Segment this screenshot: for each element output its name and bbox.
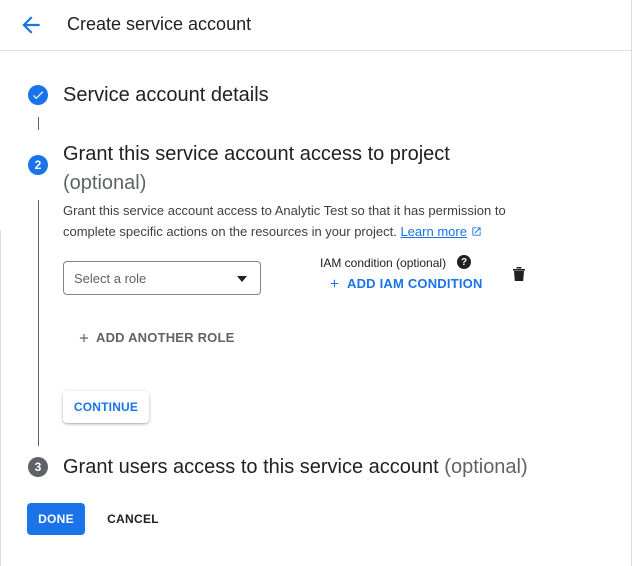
add-iam-condition-button[interactable]: ADD IAM CONDITION: [328, 276, 483, 291]
step-1-title[interactable]: Service account details: [63, 84, 269, 107]
step-3-optional: (optional): [444, 456, 528, 478]
step-2-number: 2: [28, 155, 48, 175]
plus-icon: [330, 279, 339, 288]
dropdown-arrow-icon: [237, 276, 247, 282]
done-button[interactable]: DONE: [27, 503, 85, 535]
step-2-optional: (optional): [63, 172, 147, 194]
back-arrow-icon[interactable]: [18, 12, 44, 38]
role-select[interactable]: Select a role: [63, 261, 261, 295]
external-link-icon[interactable]: [471, 226, 482, 237]
plus-icon: [79, 333, 89, 342]
help-icon[interactable]: ?: [457, 255, 471, 269]
step-3-title[interactable]: Grant users access to this service accou…: [63, 456, 528, 479]
page-title: Create service account: [67, 14, 252, 34]
add-another-role-label: ADD ANOTHER ROLE: [96, 330, 235, 345]
learn-more-link[interactable]: Learn more: [400, 224, 466, 239]
left-divider: [0, 230, 1, 566]
cancel-button[interactable]: CANCEL: [100, 503, 166, 535]
header: Create service account: [0, 0, 632, 51]
delete-icon[interactable]: [512, 266, 526, 282]
step-connector: [38, 117, 39, 130]
iam-condition-label: IAM condition (optional): [320, 256, 447, 270]
step-connector: [38, 200, 39, 446]
step-2-title-text: Grant this service account access to pro…: [63, 143, 450, 165]
step-2-title: Grant this service account access to pro…: [63, 140, 503, 198]
continue-button[interactable]: CONTINUE: [63, 391, 149, 423]
add-iam-condition-label: ADD IAM CONDITION: [347, 276, 483, 291]
checkmark-icon: [32, 91, 44, 100]
step-3-number: 3: [28, 457, 48, 477]
step-2-description: Grant this service account access to Ana…: [63, 200, 533, 242]
add-another-role-button[interactable]: ADD ANOTHER ROLE: [77, 330, 235, 345]
step-complete-icon: [28, 85, 48, 105]
step-3-title-text: Grant users access to this service accou…: [63, 456, 439, 478]
role-select-placeholder: Select a role: [74, 271, 147, 286]
